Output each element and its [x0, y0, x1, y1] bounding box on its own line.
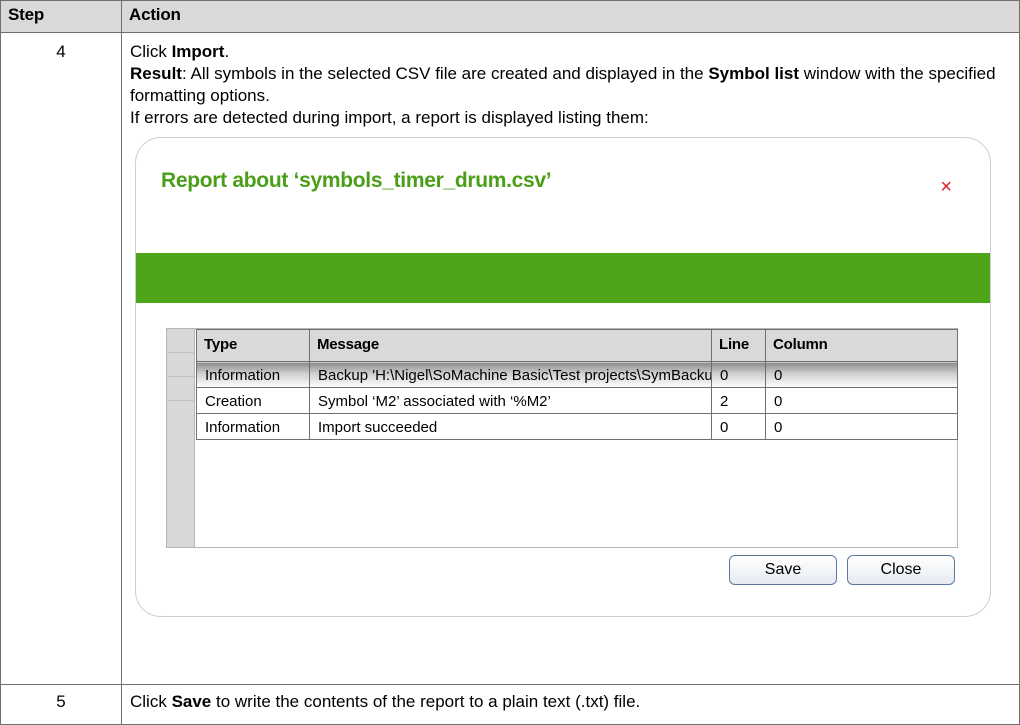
procedure-table: Step Action 4 Click Import. Result: All …	[0, 0, 1020, 725]
step-number: 4	[0, 32, 122, 685]
symbol-list-keyword: Symbol list	[708, 64, 800, 83]
message-column-header[interactable]: Message	[309, 329, 712, 362]
type-cell: Information	[196, 361, 310, 388]
dialog-title: Report about ‘symbols_timer_drum.csv’	[161, 169, 552, 192]
result-line: Result: All symbols in the selected CSV …	[130, 63, 1011, 107]
column-cell: 0	[765, 361, 958, 388]
type-column-header[interactable]: Type	[196, 329, 310, 362]
line-cell: 2	[711, 387, 766, 414]
report-grid: Type Message Line Column Information Bac…	[166, 328, 958, 548]
step-action: Click Import. Result: All symbols in the…	[121, 32, 1020, 685]
row-header-cell[interactable]	[167, 329, 194, 353]
table-row[interactable]: Information Backup 'H:\Nigel\SoMachine B…	[196, 361, 958, 388]
report-dialog: Report about ‘symbols_timer_drum.csv’ × …	[135, 137, 991, 617]
table-row[interactable]: Creation Symbol ‘M2’ associated with ‘%M…	[196, 387, 958, 414]
step-number: 5	[0, 684, 122, 725]
instruction-line: Click Import.	[130, 41, 1011, 63]
instruction-text: Click	[130, 692, 172, 711]
header-band	[136, 253, 990, 303]
line-cell: 0	[711, 413, 766, 440]
report-table: Type Message Line Column Information Bac…	[196, 329, 958, 440]
step-action: Click Save to write the contents of the …	[121, 684, 1020, 725]
instruction-text: .	[224, 42, 230, 61]
column-column-header[interactable]: Column	[765, 329, 958, 362]
line-cell: 0	[711, 361, 766, 388]
row-header-cell[interactable]	[167, 377, 194, 401]
message-cell: Symbol ‘M2’ associated with ‘%M2’	[309, 387, 712, 414]
errors-line: If errors are detected during import, a …	[130, 108, 649, 127]
instruction-text: to write the contents of the report to a…	[211, 692, 641, 711]
save-button[interactable]: Save	[729, 555, 837, 585]
column-cell: 0	[765, 413, 958, 440]
close-icon[interactable]: ×	[940, 177, 952, 197]
message-cell: Import succeeded	[309, 413, 712, 440]
row-header-column	[167, 329, 195, 547]
result-text: : All symbols in the selected CSV file a…	[181, 64, 709, 83]
close-button[interactable]: Close	[847, 555, 955, 585]
result-keyword: Result	[130, 64, 182, 83]
save-keyword: Save	[171, 692, 212, 711]
type-cell: Creation	[196, 387, 310, 414]
column-cell: 0	[765, 387, 958, 414]
table-row[interactable]: Information Import succeeded 0 0	[196, 413, 958, 440]
message-cell: Backup 'H:\Nigel\SoMachine Basic\Test pr…	[309, 361, 712, 388]
line-column-header[interactable]: Line	[711, 329, 766, 362]
row-header-cell[interactable]	[167, 353, 194, 377]
instruction-text: Click	[130, 42, 172, 61]
type-cell: Information	[196, 413, 310, 440]
action-column-header: Action	[121, 0, 1020, 33]
import-keyword: Import	[171, 42, 225, 61]
step-column-header: Step	[0, 0, 122, 33]
